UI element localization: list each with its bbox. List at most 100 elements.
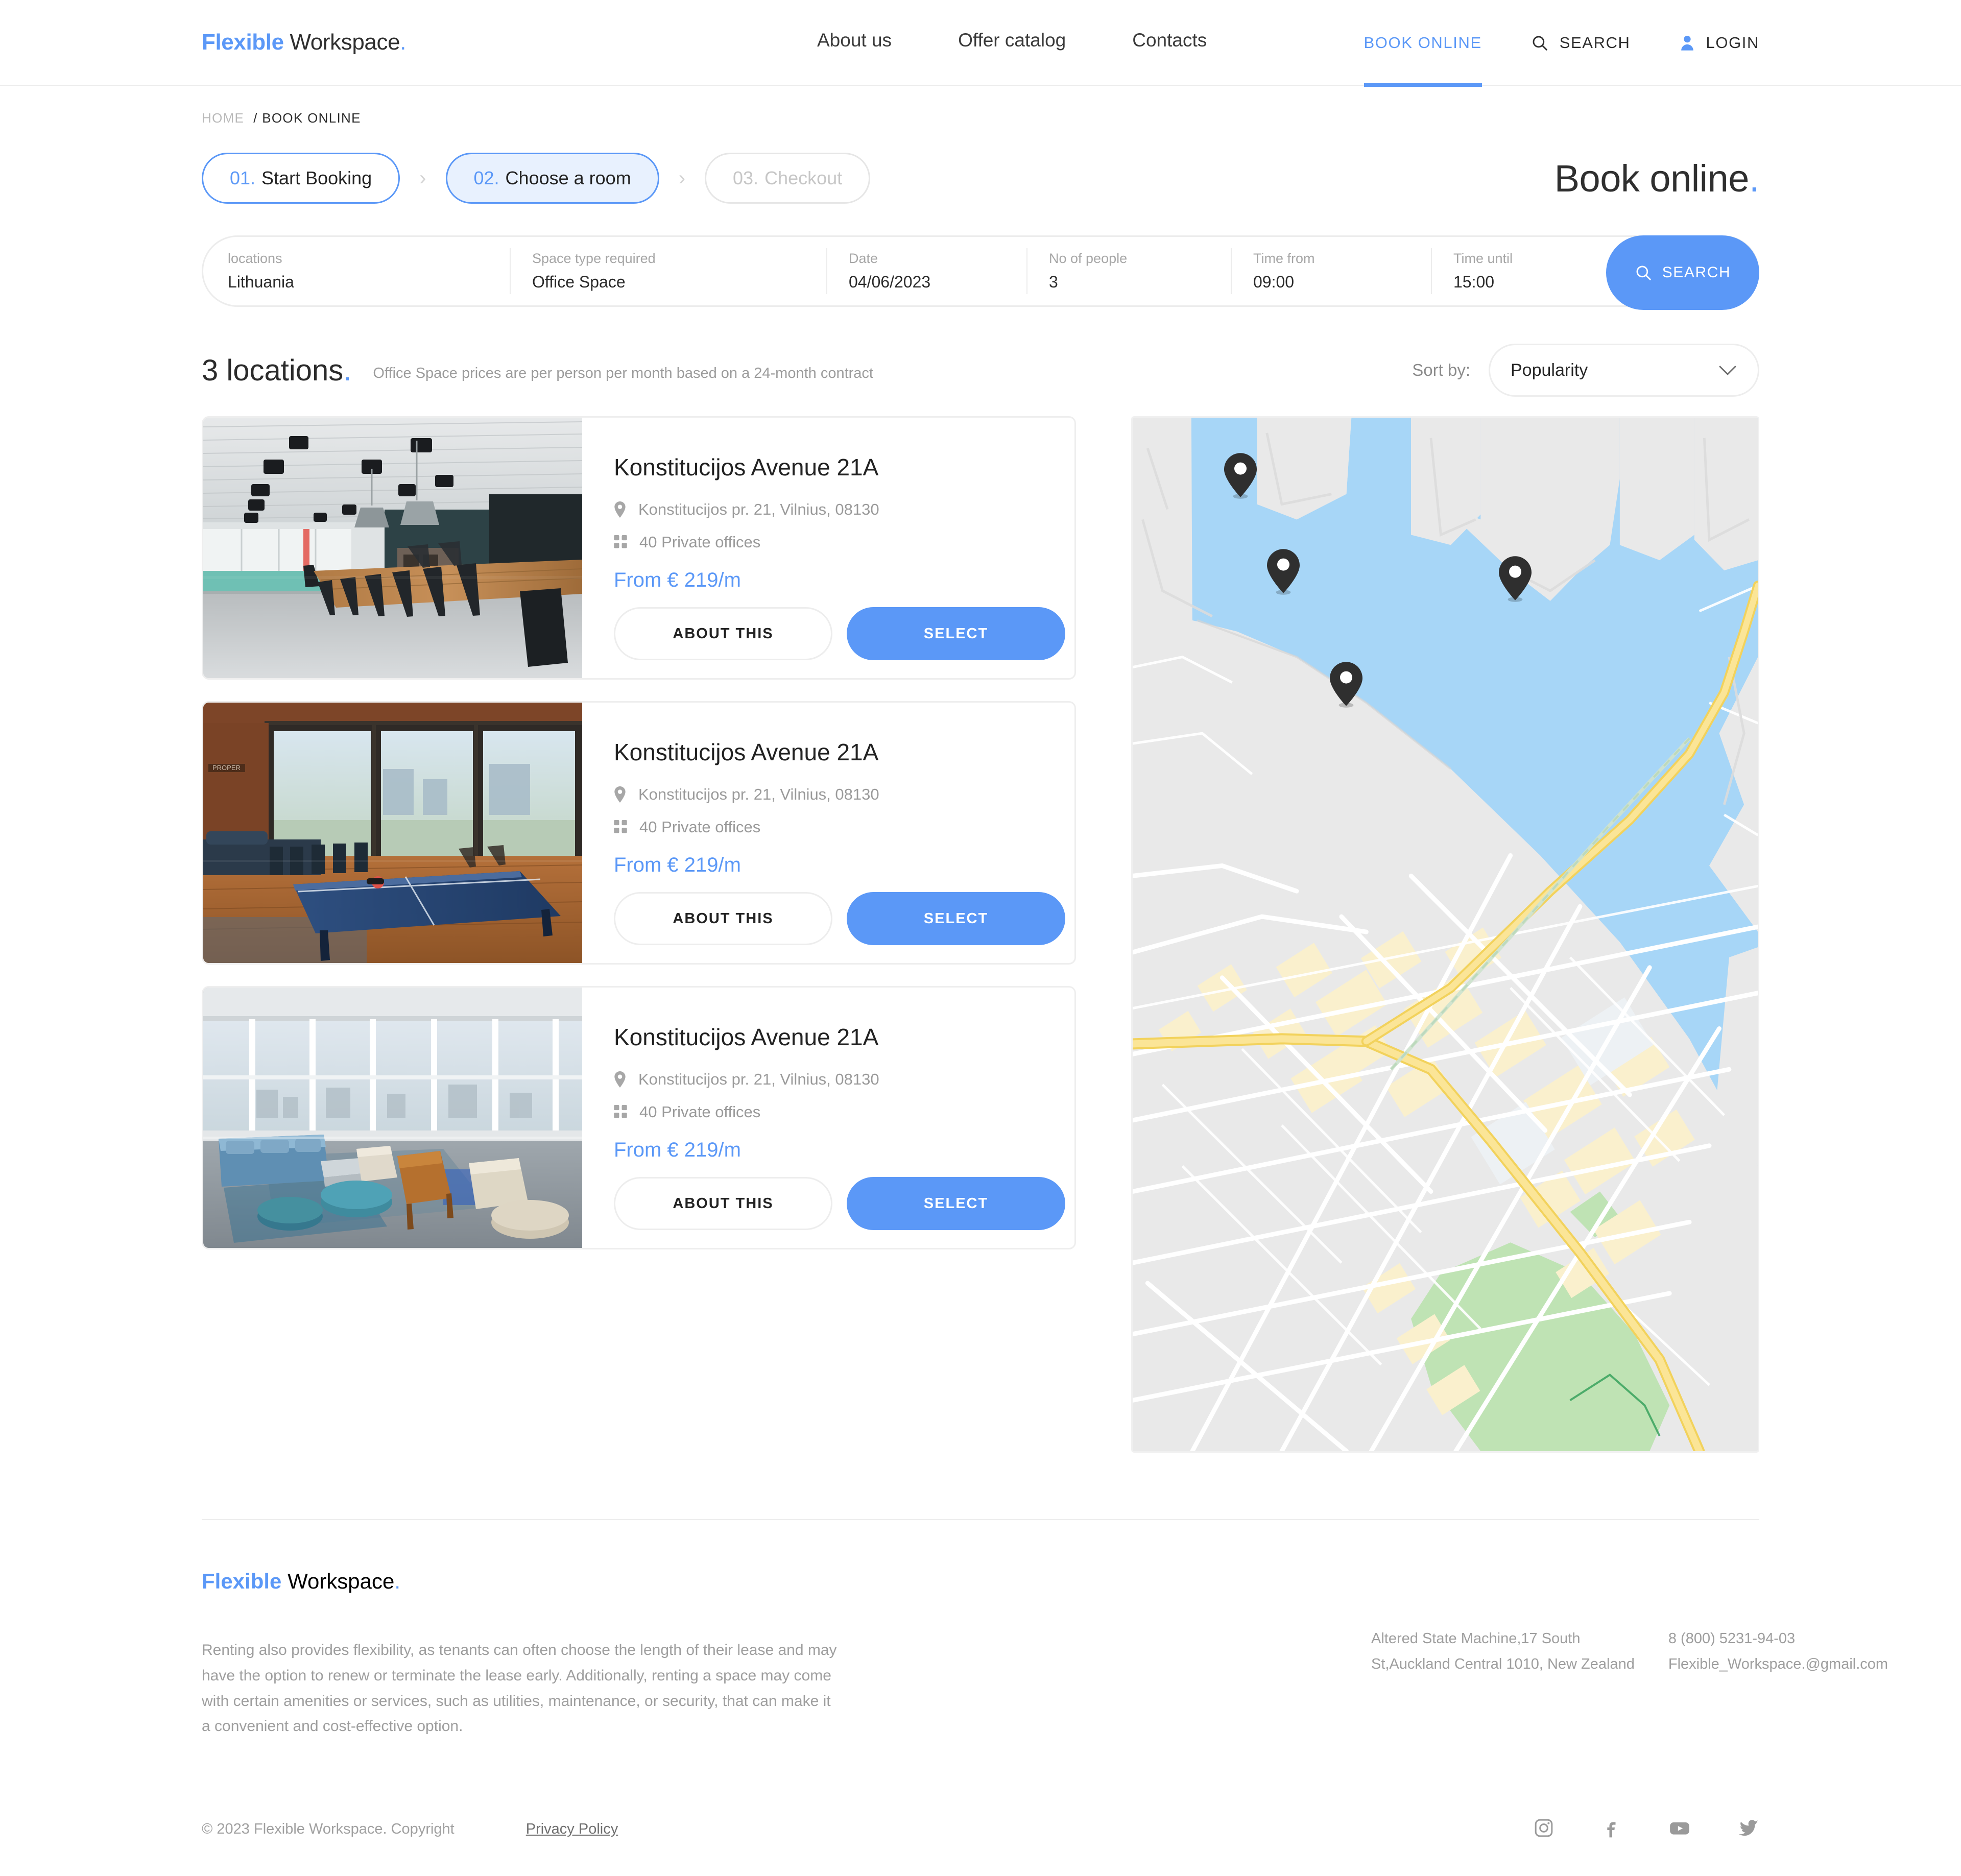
- facebook-icon[interactable]: [1601, 1818, 1621, 1841]
- booking-steps-row: 01. Start Booking › 02. Choose a room › …: [0, 126, 1961, 204]
- footer-logo[interactable]: Flexible Workspace.: [202, 1569, 840, 1594]
- space-type-field[interactable]: Space type required Office Space: [510, 237, 826, 305]
- instagram-icon[interactable]: [1534, 1818, 1554, 1841]
- nav-item-about-us[interactable]: About us: [817, 30, 892, 51]
- select-button[interactable]: SELECT: [847, 607, 1065, 660]
- breadcrumb-current: / BOOK ONLINE: [253, 110, 361, 126]
- results-count: 3 locations.: [202, 353, 351, 388]
- search-button[interactable]: SEARCH: [1531, 34, 1631, 52]
- search-label: SEARCH: [1559, 34, 1631, 52]
- date-value: 04/06/2023: [849, 273, 931, 291]
- about-this-button[interactable]: ABOUT THIS: [614, 607, 832, 660]
- svg-text:PROPER: PROPER: [212, 764, 241, 772]
- space-type-label: Space type required: [532, 251, 656, 266]
- chevron-right-icon-2: ›: [678, 167, 686, 189]
- site-header: Flexible Workspace. About us Offer catal…: [0, 0, 1961, 87]
- login-button[interactable]: LOGIN: [1680, 34, 1759, 52]
- main-content: Konstitucijos Avenue 21A Konstitucijos p…: [0, 397, 1961, 1453]
- locations-value: Lithuania: [228, 273, 294, 291]
- time-until-value: 15:00: [1453, 273, 1495, 291]
- no-of-people-field[interactable]: No of people 3: [1026, 237, 1231, 305]
- locations-label: locations: [228, 251, 282, 266]
- nav-item-book-online[interactable]: BOOK ONLINE: [1364, 0, 1482, 87]
- page-root: Flexible Workspace. About us Offer catal…: [0, 0, 1961, 1876]
- time-from-label: Time from: [1253, 251, 1315, 266]
- map-marker[interactable]: [1266, 548, 1300, 595]
- results-header: 3 locations. Office Space prices are per…: [0, 307, 1961, 397]
- nav-item-contacts[interactable]: Contacts: [1132, 30, 1207, 51]
- logo-strong: Flexible: [202, 30, 284, 55]
- site-footer: Flexible Workspace. Renting also provide…: [0, 1520, 1961, 1739]
- listing-list: Konstitucijos Avenue 21A Konstitucijos p…: [202, 416, 1076, 1453]
- footer-phone[interactable]: 8 (800) 5231-94-03: [1668, 1626, 1888, 1652]
- listing-actions: ABOUT THIS SELECT: [614, 1177, 1074, 1230]
- about-this-button[interactable]: ABOUT THIS: [614, 1177, 832, 1230]
- about-this-button[interactable]: ABOUT THIS: [614, 892, 832, 945]
- space-type-value: Office Space: [532, 273, 626, 291]
- step-01-start-booking[interactable]: 01. Start Booking: [202, 153, 400, 204]
- twitter-icon[interactable]: [1738, 1818, 1759, 1841]
- listing-body: Konstitucijos Avenue 21A Konstitucijos p…: [582, 418, 1074, 678]
- map-marker[interactable]: [1498, 556, 1532, 603]
- listing-card[interactable]: PROPER Konstitucijos Avenue 21A Konstitu…: [202, 701, 1076, 965]
- listing-title: Konstitucijos Avenue 21A: [614, 454, 879, 480]
- sort-select-value: Popularity: [1511, 360, 1588, 380]
- step-02-label: Choose a room: [505, 167, 631, 188]
- step-01-number: 01.: [230, 167, 256, 188]
- page-title: Book online.: [1555, 157, 1760, 200]
- user-icon: [1680, 35, 1695, 51]
- search-submit-button[interactable]: SEARCH: [1606, 235, 1759, 310]
- time-until-field[interactable]: Time until 15:00: [1431, 237, 1615, 305]
- listing-body: Konstitucijos Avenue 21A Konstitucijos p…: [582, 988, 1074, 1248]
- locations-field[interactable]: locations Lithuania: [203, 237, 510, 305]
- listing-thumbnail[interactable]: [203, 988, 582, 1248]
- map-marker[interactable]: [1224, 452, 1257, 499]
- utility-navigation: BOOK ONLINE SEARCH LOGIN: [1364, 0, 1759, 87]
- time-until-label: Time until: [1453, 251, 1513, 266]
- privacy-policy-link[interactable]: Privacy Policy: [526, 1821, 618, 1838]
- site-logo[interactable]: Flexible Workspace.: [202, 30, 406, 55]
- listing-price: From € 219/m: [614, 569, 741, 591]
- listing-title: Konstitucijos Avenue 21A: [614, 1024, 879, 1050]
- locations-map[interactable]: [1131, 416, 1759, 1453]
- results-count-text: 3 locations: [202, 353, 344, 387]
- listing-thumbnail[interactable]: [203, 418, 582, 678]
- listing-thumbnail[interactable]: PROPER: [203, 703, 582, 963]
- main-navigation: About us Offer catalog Contacts: [817, 30, 1207, 51]
- footer-logo-rest: Workspace: [281, 1569, 395, 1593]
- date-label: Date: [849, 251, 878, 266]
- listing-card[interactable]: Konstitucijos Avenue 21A Konstitucijos p…: [202, 986, 1076, 1249]
- footer-email[interactable]: Flexible_Workspace.@gmail.com: [1668, 1652, 1888, 1677]
- search-submit-label: SEARCH: [1662, 264, 1731, 281]
- listing-offices: 40 Private offices: [639, 818, 761, 836]
- brick-loft-games-room-image: PROPER: [203, 703, 582, 963]
- select-button[interactable]: SELECT: [847, 1177, 1065, 1230]
- listing-actions: ABOUT THIS SELECT: [614, 607, 1074, 660]
- grid-squares-icon: [614, 1105, 627, 1119]
- listing-address-row: Konstitucijos pr. 21, Vilnius, 08130: [614, 785, 1074, 804]
- search-bar: locations Lithuania Space type required …: [202, 235, 1759, 310]
- step-02-choose-a-room[interactable]: 02. Choose a room: [445, 153, 659, 204]
- youtube-icon[interactable]: [1668, 1818, 1691, 1841]
- listing-offices-row: 40 Private offices: [614, 1103, 1074, 1121]
- map-pin-icon: [614, 501, 626, 518]
- logo-rest: Workspace: [283, 30, 400, 55]
- time-from-field[interactable]: Time from 09:00: [1231, 237, 1431, 305]
- step-02-number: 02.: [473, 167, 499, 188]
- listing-address: Konstitucijos pr. 21, Vilnius, 08130: [638, 500, 879, 518]
- no-of-people-value: 3: [1049, 273, 1058, 291]
- select-button[interactable]: SELECT: [847, 892, 1065, 945]
- step-03-checkout[interactable]: 03. Checkout: [705, 153, 871, 204]
- logo-dot: .: [400, 30, 406, 55]
- listing-actions: ABOUT THIS SELECT: [614, 892, 1074, 945]
- listing-card[interactable]: Konstitucijos Avenue 21A Konstitucijos p…: [202, 416, 1076, 680]
- listing-offices-row: 40 Private offices: [614, 818, 1074, 836]
- map-marker[interactable]: [1330, 661, 1363, 708]
- map-pin-icon: [614, 786, 626, 803]
- date-field[interactable]: Date 04/06/2023: [826, 237, 1026, 305]
- breadcrumb-home[interactable]: HOME: [202, 110, 244, 126]
- nav-item-offer-catalog[interactable]: Offer catalog: [958, 30, 1066, 51]
- sort-select[interactable]: Popularity: [1489, 344, 1759, 397]
- booking-steps: 01. Start Booking › 02. Choose a room › …: [202, 153, 871, 204]
- chevron-down-icon: [1718, 364, 1737, 376]
